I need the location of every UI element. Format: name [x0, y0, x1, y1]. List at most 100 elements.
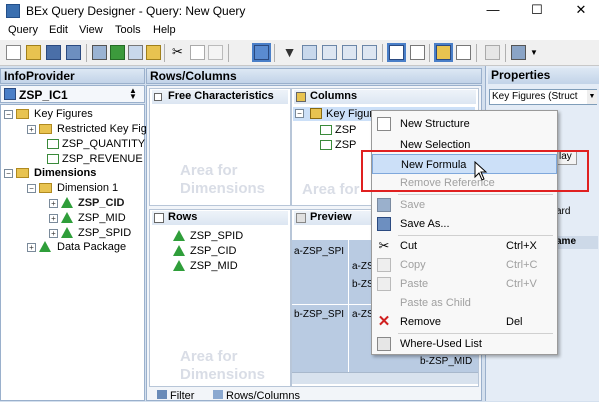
- menu-save[interactable]: Save: [372, 195, 557, 215]
- rows-title: Rows: [168, 211, 198, 223]
- collapse-icon[interactable]: −: [27, 184, 36, 193]
- conditions-icon[interactable]: [342, 45, 357, 60]
- tree-zsp-quantity[interactable]: ZSP_QUANTITY: [62, 138, 145, 151]
- row-zsp-spid[interactable]: ZSP_SPID: [190, 230, 243, 242]
- collapse-icon[interactable]: −: [295, 109, 304, 118]
- expand-icon[interactable]: +: [49, 199, 58, 208]
- execute-icon[interactable]: [110, 45, 125, 60]
- messages-icon[interactable]: [434, 43, 453, 62]
- menu-where-used-list[interactable]: Where-Used List: [372, 334, 557, 354]
- menu-save-as[interactable]: Save As...: [372, 214, 557, 234]
- paste-icon[interactable]: [208, 45, 223, 60]
- columns-title: Columns: [310, 90, 358, 102]
- preview-cell-mid: b-ZSP_MID: [420, 356, 473, 367]
- folder-icon: [39, 124, 52, 134]
- row-zsp-cid[interactable]: ZSP_CID: [190, 245, 236, 257]
- new-query-icon[interactable]: [6, 45, 21, 60]
- menu-cut[interactable]: ✂ Cut Ctrl+X: [372, 236, 557, 256]
- query-properties-icon[interactable]: [128, 45, 143, 60]
- cells-icon[interactable]: [322, 45, 337, 60]
- context-menu: New Structure New Selection New Formula …: [371, 110, 558, 355]
- save-icon[interactable]: [46, 45, 61, 60]
- properties-select[interactable]: Key Figures (Struct: [489, 89, 597, 105]
- rows-area-label-2: Dimensions: [180, 366, 266, 383]
- maximize-button[interactable]: ☐: [522, 0, 552, 22]
- sort-icon[interactable]: ▲ ▼: [129, 87, 137, 101]
- menu-copy[interactable]: Copy Ctrl+C: [372, 255, 557, 275]
- save-all-icon[interactable]: [66, 45, 81, 60]
- open-icon[interactable]: [26, 45, 41, 60]
- menu-remove[interactable]: ✕ Remove Del: [372, 312, 557, 332]
- tree-zsp-spid[interactable]: ZSP_SPID: [78, 227, 131, 240]
- chevron-down-icon[interactable]: ▼: [530, 48, 538, 57]
- check-query-icon[interactable]: [92, 45, 107, 60]
- chevron-down-icon[interactable]: ▼: [587, 90, 597, 104]
- tree-dimensions[interactable]: Dimensions: [34, 167, 96, 180]
- key-figure-icon: [47, 139, 59, 149]
- tab-rows-columns[interactable]: Rows/Columns: [213, 390, 300, 402]
- tree-restricted-key-figures[interactable]: Restricted Key Fig: [57, 123, 147, 136]
- where-used-icon[interactable]: [456, 45, 471, 60]
- tree-zsp-mid[interactable]: ZSP_MID: [78, 212, 126, 225]
- menu-bar: Query Edit View Tools Help: [0, 22, 599, 40]
- collapse-icon[interactable]: −: [4, 110, 13, 119]
- column-zsp-1[interactable]: ZSP: [335, 124, 356, 136]
- rows-columns-header: Rows/Columns: [146, 68, 482, 84]
- free-characteristics-area[interactable]: Free Characteristics Area for Dimensions: [149, 88, 291, 206]
- expand-icon[interactable]: +: [27, 243, 36, 252]
- tab-filter[interactable]: Filter: [157, 390, 194, 402]
- expand-icon[interactable]: +: [27, 125, 36, 134]
- tree-dimension-1[interactable]: Dimension 1: [57, 182, 118, 195]
- toolbar: ✂ ▼ ▼: [0, 40, 599, 66]
- collapse-icon[interactable]: −: [4, 169, 13, 178]
- menu-new-structure[interactable]: New Structure: [372, 114, 557, 134]
- exceptions-icon[interactable]: [362, 45, 377, 60]
- menu-edit[interactable]: Edit: [49, 24, 68, 36]
- folder-icon: [39, 183, 52, 193]
- expand-icon[interactable]: +: [49, 214, 58, 223]
- infoprovider-header: InfoProvider: [0, 68, 145, 84]
- infoprovider-icon[interactable]: [252, 43, 271, 62]
- close-button[interactable]: ✕: [566, 0, 596, 22]
- tree-data-package[interactable]: Data Package: [57, 241, 126, 254]
- properties-icon[interactable]: [387, 43, 406, 62]
- characteristic-icon: [173, 245, 185, 256]
- tree-key-figures[interactable]: Key Figures: [34, 108, 93, 121]
- rows-area[interactable]: Rows ZSP_SPID ZSP_CID ZSP_MID Area for D…: [149, 209, 291, 387]
- infoprovider-name: ZSP_IC1: [19, 88, 68, 102]
- save-icon: [377, 198, 391, 212]
- infoprovider-tree: − Key Figures + Restricted Key Fig ZSP_Q…: [0, 104, 147, 401]
- infoprovider-selector[interactable]: ZSP_IC1 ▲ ▼: [0, 85, 145, 103]
- structure-icon: [310, 108, 322, 119]
- preview-scrollbar[interactable]: [292, 372, 478, 384]
- expand-icon[interactable]: +: [49, 229, 58, 238]
- rows-area-label-1: Area for: [180, 348, 238, 365]
- row-zsp-mid[interactable]: ZSP_MID: [190, 260, 238, 272]
- tree-zsp-revenue[interactable]: ZSP_REVENUE: [62, 153, 143, 166]
- minimize-button[interactable]: —: [478, 0, 508, 22]
- filter-icon[interactable]: ▼: [282, 45, 297, 60]
- menu-query[interactable]: Query: [8, 24, 38, 36]
- folder-icon: [16, 168, 29, 178]
- tools-icon[interactable]: [511, 45, 526, 60]
- tree-zsp-cid[interactable]: ZSP_CID: [78, 197, 124, 210]
- tasks-icon[interactable]: [410, 45, 425, 60]
- key-figure-icon: [47, 154, 59, 164]
- menu-paste-as-child[interactable]: Paste as Child: [372, 293, 557, 313]
- cut-icon[interactable]: ✂: [170, 45, 185, 60]
- column-zsp-2[interactable]: ZSP: [335, 139, 356, 151]
- publish-icon[interactable]: [146, 45, 161, 60]
- technical-name-icon[interactable]: [485, 45, 500, 60]
- rows-columns-icon[interactable]: [302, 45, 317, 60]
- folder-icon: [16, 109, 29, 119]
- menu-tools[interactable]: Tools: [115, 24, 141, 36]
- menu-view[interactable]: View: [79, 24, 103, 36]
- menu-paste[interactable]: Paste Ctrl+V: [372, 274, 557, 294]
- menu-help[interactable]: Help: [153, 24, 176, 36]
- preview-cell-a1: a-ZSP_SPI: [294, 246, 345, 257]
- copy-icon[interactable]: [190, 45, 205, 60]
- preview-icon: [296, 213, 306, 223]
- preview-cell-b1: b-ZSP_SPI: [294, 309, 345, 320]
- key-figure-icon: [320, 140, 332, 150]
- characteristic-icon: [61, 227, 73, 238]
